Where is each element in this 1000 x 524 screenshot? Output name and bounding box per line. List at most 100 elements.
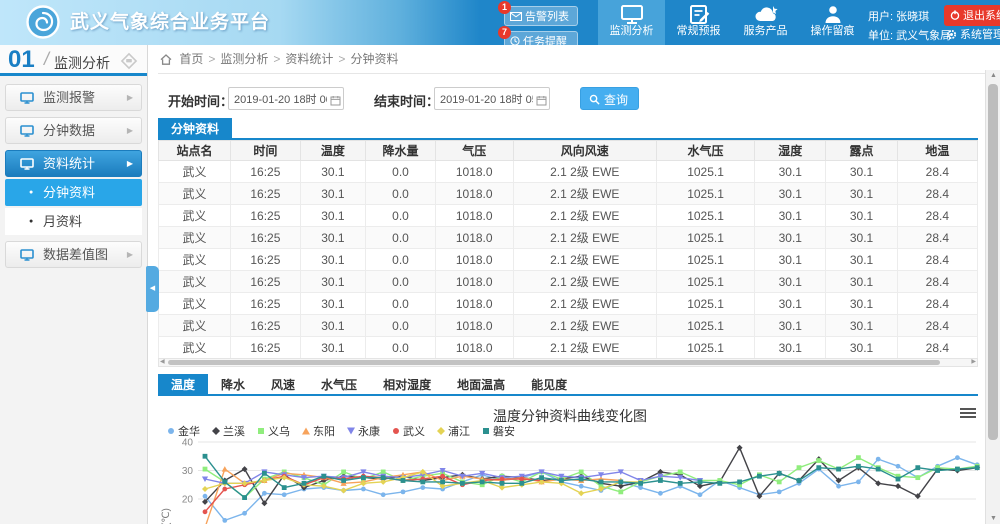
table-cell: 1025.1 [656, 227, 754, 249]
table-cell: 1025.1 [656, 249, 754, 271]
table-cell: 30.1 [826, 293, 897, 315]
table-cell: 0.0 [366, 315, 436, 337]
nav-item-服务产品[interactable]: 服务产品 [732, 0, 799, 45]
table-cell: 武义 [159, 271, 231, 293]
horizontal-scroll-thumb[interactable] [168, 360, 940, 365]
chart-tab-风速[interactable]: 风速 [258, 374, 308, 396]
logout-label: 退出系统 [963, 10, 1000, 22]
table-cell: 30.1 [300, 161, 366, 183]
table-cell: 0.0 [366, 227, 436, 249]
user-unit-label: 单位: 武义气象局 [868, 27, 951, 43]
table-head: 站点名时间温度降水量气压风向风速水气压湿度露点地温 [159, 141, 978, 161]
table-cell: 30.1 [755, 271, 826, 293]
table-cell: 16:25 [231, 205, 301, 227]
vertical-scroll-thumb[interactable] [988, 84, 998, 440]
chevron-right-icon: ▶ [127, 242, 133, 267]
table-cell: 1025.1 [656, 315, 754, 337]
screen-icon [20, 120, 34, 145]
alert-label: 告警列表 [525, 11, 569, 23]
table-header-cell: 温度 [300, 141, 366, 161]
sidebar-item-数据差值图[interactable]: 数据差值图▶ [5, 241, 142, 268]
submenu-label: 月资料 [43, 214, 82, 229]
table-row: 武义16:2530.10.01018.02.1 2级 EWE1025.130.1… [159, 161, 978, 183]
table-cell: 30.1 [300, 337, 366, 359]
system-admin-button[interactable]: 系统管理 [946, 26, 1000, 42]
page-vertical-scrollbar[interactable]: ▲ ▼ [985, 70, 1000, 524]
chart-tab-能见度[interactable]: 能见度 [518, 374, 580, 396]
table-cell: 0.0 [366, 205, 436, 227]
nav-label: 服务产品 [732, 24, 799, 38]
calendar-icon[interactable] [330, 93, 341, 111]
app-window: 武义气象综合业务平台 1告警列表7任务提醒 监测分析常规预报服务产品操作留痕 用… [0, 0, 1000, 524]
nav-label: 常规预报 [665, 24, 732, 38]
table-cell: 武义 [159, 315, 231, 337]
sidebar-subitem-分钟资料[interactable]: ●分钟资料 [5, 179, 142, 206]
sidebar-item-分钟数据[interactable]: 分钟数据▶ [5, 117, 142, 144]
nav-item-监测分析[interactable]: 监测分析 [598, 0, 665, 45]
breadcrumb-separator: > [338, 52, 345, 66]
table-cell: 1018.0 [435, 271, 513, 293]
table-cell: 武义 [159, 337, 231, 359]
table-cell: 2.1 2级 EWE [513, 337, 656, 359]
table-header-cell: 风向风速 [513, 141, 656, 161]
search-label: 查询 [604, 93, 628, 107]
chart-tab-降水[interactable]: 降水 [208, 374, 258, 396]
sidebar-header: 01 / 监测分析 [0, 45, 147, 76]
sidebar-item-监测报警[interactable]: 监测报警▶ [5, 84, 142, 111]
table-cell: 0.0 [366, 183, 436, 205]
chevron-right-icon: ▶ [127, 151, 133, 176]
table-row: 武义16:2530.10.01018.02.1 2级 EWE1025.130.1… [159, 249, 978, 271]
table-row: 武义16:2530.10.01018.02.1 2级 EWE1025.130.1… [159, 205, 978, 227]
top-header: 武义气象综合业务平台 1告警列表7任务提醒 监测分析常规预报服务产品操作留痕 用… [0, 0, 1000, 45]
breadcrumb-item[interactable]: 资料统计 [285, 52, 333, 66]
table-header-cell: 站点名 [159, 141, 231, 161]
table-header-cell: 气压 [435, 141, 513, 161]
chart-tab-相对湿度[interactable]: 相对湿度 [370, 374, 444, 396]
breadcrumb-item[interactable]: 监测分析 [220, 52, 268, 66]
y-axis-tick-label: 30 [182, 466, 194, 477]
screen-icon [20, 153, 34, 178]
start-time-input[interactable] [228, 87, 344, 110]
end-time-input[interactable] [434, 87, 550, 110]
alert-button-告警列表[interactable]: 1告警列表 [504, 6, 578, 26]
table-cell: 1018.0 [435, 205, 513, 227]
table-cell: 1018.0 [435, 249, 513, 271]
y-axis-tick-label: 20 [182, 495, 194, 506]
scroll-left-arrow-icon[interactable]: ◀ [160, 359, 165, 366]
scroll-up-arrow-icon[interactable]: ▲ [986, 72, 1000, 79]
table-cell: 28.4 [897, 271, 977, 293]
search-button[interactable]: 查询 [580, 87, 639, 110]
nav-item-操作留痕[interactable]: 操作留痕 [799, 0, 866, 45]
breadcrumb-item[interactable]: 分钟资料 [350, 52, 398, 66]
breadcrumb-item[interactable]: 首页 [179, 52, 203, 66]
table-cell: 30.1 [826, 183, 897, 205]
diamond-monitor-icon [119, 51, 139, 76]
table-cell: 0.0 [366, 161, 436, 183]
sidebar-collapse-handle[interactable]: ◀ [146, 266, 159, 312]
scroll-down-arrow-icon[interactable]: ▼ [986, 515, 1000, 522]
chart-tab-温度[interactable]: 温度 [158, 374, 208, 396]
table-horizontal-scrollbar[interactable]: ◀ ▶ [158, 358, 978, 367]
table-cell: 30.1 [755, 249, 826, 271]
table-cell: 1025.1 [656, 161, 754, 183]
table-cell: 28.4 [897, 227, 977, 249]
nav-item-常规预报[interactable]: 常规预报 [665, 0, 732, 45]
chart-tabstrip: 温度降水风速水气压相对湿度地面温高能见度 [158, 374, 978, 396]
chart-tab-地面温高[interactable]: 地面温高 [444, 374, 518, 396]
table-cell: 武义 [159, 227, 231, 249]
sidebar-subitem-月资料[interactable]: ●月资料 [5, 208, 142, 235]
scroll-right-arrow-icon[interactable]: ▶ [971, 359, 976, 366]
sidebar-item-资料统计[interactable]: 资料统计▶ [5, 150, 142, 177]
table-cell: 30.1 [826, 205, 897, 227]
table-cell: 30.1 [755, 205, 826, 227]
calendar-icon[interactable] [536, 93, 547, 111]
table-cell: 30.1 [300, 249, 366, 271]
nav-label: 操作留痕 [799, 24, 866, 38]
tab-minute-data[interactable]: 分钟资料 [158, 118, 232, 140]
logout-button[interactable]: 退出系统 [944, 5, 1000, 26]
table-cell: 30.1 [826, 161, 897, 183]
table-cell: 28.4 [897, 293, 977, 315]
main-content: 首页>监测分析>资料统计>分钟资料 开始时间： 结束时间： 查询 分钟资料 站点… [149, 45, 1000, 524]
bullet-icon: ● [29, 179, 33, 206]
chart-tab-水气压[interactable]: 水气压 [308, 374, 370, 396]
